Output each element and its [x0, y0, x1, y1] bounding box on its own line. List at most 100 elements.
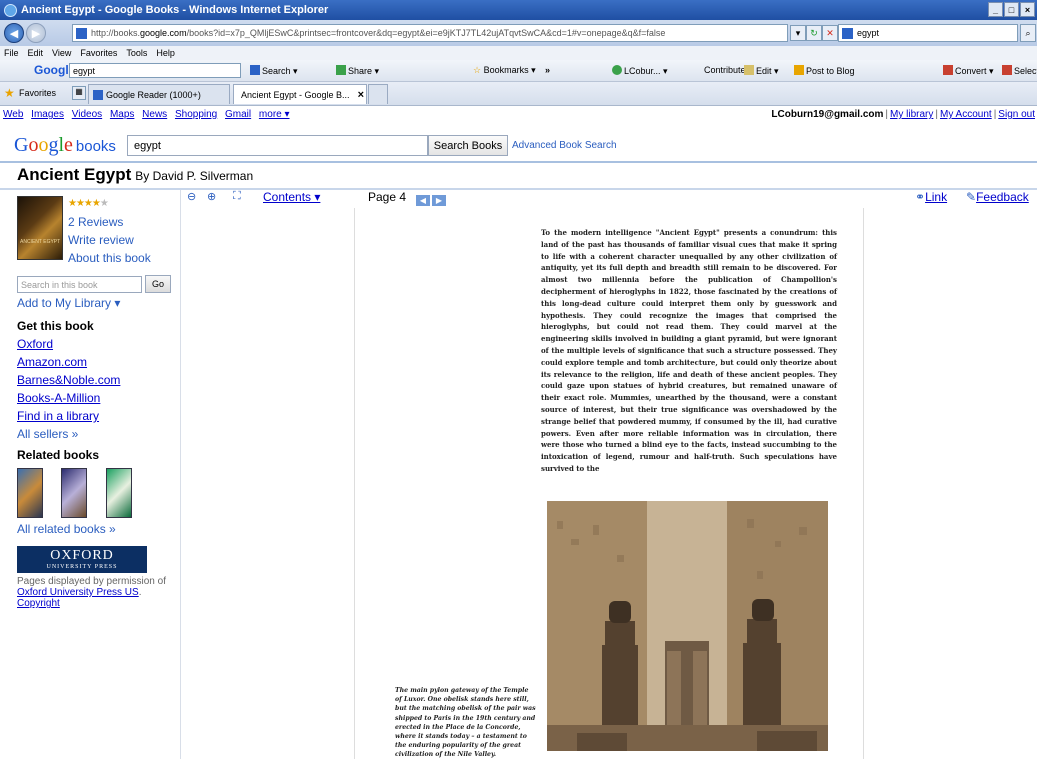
search-books-button[interactable]: Search Books [428, 135, 508, 156]
menu-view[interactable]: View [52, 48, 71, 58]
convert-icon [943, 65, 953, 75]
search-icon[interactable]: ⌕ [1020, 24, 1036, 42]
contents-dropdown[interactable]: Contents ▾ [263, 190, 320, 204]
advanced-search-link[interactable]: Advanced Book Search [512, 140, 617, 151]
nav-shopping[interactable]: Shopping [175, 109, 217, 120]
next-page-icon[interactable]: ▶ [432, 195, 446, 206]
book-cover-thumbnail[interactable]: ANCIENT EGYPT [17, 196, 63, 260]
nav-web[interactable]: Web [3, 109, 23, 120]
reviews-link[interactable]: 2 Reviews [68, 215, 123, 229]
toolbar-search-button[interactable]: Search ▾ [250, 65, 298, 77]
temple-photo [547, 501, 828, 751]
seller-amazon-link[interactable]: Amazon.com [17, 355, 87, 369]
page-body-text: To the modern intelligence "Ancient Egyp… [541, 228, 837, 473]
toolbar-contribute[interactable]: Contribute [704, 65, 746, 75]
menu-tools[interactable]: Tools [126, 48, 147, 58]
copyright-link[interactable]: Copyright [17, 598, 60, 609]
toolbar-edit-button[interactable]: Edit ▾ [744, 65, 779, 77]
toolbar-account-button[interactable]: LCobur... ▾ [612, 65, 668, 77]
account-email: LCoburn19@gmail.com [771, 109, 884, 120]
toolbar-more-button[interactable]: » [545, 65, 550, 75]
link-icon: ⚭ [915, 190, 926, 204]
google-books-logo[interactable]: Google books [14, 134, 116, 157]
seller-booksamillion-link[interactable]: Books-A-Million [17, 391, 100, 405]
about-book-link[interactable]: About this book [68, 251, 151, 265]
seller-oxford-link[interactable]: Oxford [17, 337, 53, 351]
browser-search-value: egypt [857, 28, 880, 38]
zoom-in-icon[interactable]: ⊕ [207, 190, 216, 203]
favorites-button[interactable]: Favorites [19, 88, 56, 98]
edit-icon [744, 65, 754, 75]
related-book-thumbnail[interactable] [17, 468, 43, 518]
all-sellers-link[interactable]: All sellers » [17, 427, 78, 441]
window-controls: _ □ × [988, 2, 1035, 17]
add-to-library-link[interactable]: Add to My Library ▾ [17, 296, 120, 310]
google-books-page: Web Images Videos Maps News Shopping Gma… [0, 106, 1037, 759]
zoom-out-icon[interactable]: ⊖ [187, 190, 196, 203]
sign-out-link[interactable]: Sign out [998, 109, 1035, 120]
maximize-icon[interactable]: □ [1004, 2, 1019, 17]
menu-favorites[interactable]: Favorites [80, 48, 117, 58]
tab-close-icon[interactable]: × [358, 89, 364, 101]
forward-button[interactable]: ▶ [26, 23, 46, 43]
menu-help[interactable]: Help [156, 48, 175, 58]
blog-icon [794, 65, 804, 75]
permission-note: Pages displayed by permission of Oxford … [17, 576, 166, 609]
nav-more[interactable]: more ▾ [259, 109, 290, 120]
nav-images[interactable]: Images [31, 109, 64, 120]
nav-videos[interactable]: Videos [72, 109, 102, 120]
browser-search-input[interactable]: egypt [838, 24, 1018, 42]
refresh-icon[interactable]: ↻ [806, 25, 822, 41]
new-tab-button[interactable] [368, 84, 388, 104]
url-dropdown-icon[interactable]: ▾ [790, 25, 806, 41]
my-library-link[interactable]: My library [890, 109, 933, 120]
menu-edit[interactable]: Edit [28, 48, 44, 58]
photo-caption: The main pylon gateway of the Temple of … [395, 687, 536, 759]
tab-ancient-egypt[interactable]: Ancient Egypt - Google B... × [233, 84, 367, 104]
tab-label: Google Reader (1000+) [106, 89, 201, 100]
back-button[interactable]: ◀ [4, 23, 24, 43]
close-icon[interactable]: × [1020, 2, 1035, 17]
nav-gmail[interactable]: Gmail [225, 109, 251, 120]
toolbar-share-button[interactable]: Share ▾ [336, 65, 379, 77]
books-search-input[interactable]: egypt [127, 135, 428, 156]
find-in-library-link[interactable]: Find in a library [17, 409, 99, 423]
nav-maps[interactable]: Maps [110, 109, 134, 120]
write-review-link[interactable]: Write review [68, 233, 134, 247]
publisher-link[interactable]: Oxford University Press US [17, 587, 139, 598]
feedback-icon: ✎ [966, 190, 977, 204]
menu-file[interactable]: File [4, 48, 19, 58]
tab-google-reader[interactable]: Google Reader (1000+) [88, 84, 230, 104]
related-book-thumbnail[interactable] [106, 468, 132, 518]
toolbar-convert-button[interactable]: Convert ▾ [943, 65, 994, 77]
quick-tabs-icon[interactable]: ▦ [72, 86, 86, 100]
search-in-book-input[interactable]: Search in this book [17, 276, 142, 293]
previous-page-icon[interactable]: ◀ [416, 195, 430, 206]
oxford-publisher-logo[interactable]: OXFORD UNIVERSITY PRESS [17, 546, 147, 573]
book-page-viewer[interactable]: To the modern intelligence "Ancient Egyp… [181, 208, 1037, 759]
favorites-star-icon[interactable]: ★ [4, 87, 15, 99]
minimize-icon[interactable]: _ [988, 2, 1003, 17]
nav-news[interactable]: News [142, 109, 167, 120]
google-toolbar: Google egypt Search ▾ Share ▾ ☆ Bookmark… [0, 60, 1037, 82]
window-title-bar: Ancient Egypt - Google Books - Windows I… [0, 0, 1037, 20]
search-in-book-go-button[interactable]: Go [145, 275, 171, 293]
toolbar-bookmarks-button[interactable]: ☆ Bookmarks ▾ [473, 65, 536, 76]
stop-icon[interactable]: ✕ [822, 25, 838, 41]
toolbar-post-to-blog[interactable]: Post to Blog [794, 65, 855, 76]
rating-stars: ★★★★★ [68, 198, 109, 209]
menu-bar: File Edit View Favorites Tools Help [0, 46, 1037, 60]
feedback-button[interactable]: ✎Feedback [966, 190, 1029, 204]
all-related-books-link[interactable]: All related books » [17, 522, 116, 536]
google-toolbar-search-input[interactable]: egypt [69, 63, 241, 78]
related-book-thumbnail[interactable] [61, 468, 87, 518]
fullscreen-icon[interactable]: ⛶ [233, 190, 241, 203]
seller-barnes-link[interactable]: Barnes&Noble.com [17, 373, 120, 387]
url-field[interactable]: http://books. google.com/books?id=x7p_QMl… [72, 24, 788, 42]
toolbar-select-button[interactable]: Select [1002, 65, 1037, 76]
my-account-link[interactable]: My Account [940, 109, 992, 120]
search-provider-icon [842, 28, 853, 39]
temple-illustration [547, 501, 828, 751]
book-title: Ancient Egypt [17, 165, 132, 184]
link-button[interactable]: ⚭Link [915, 190, 947, 204]
